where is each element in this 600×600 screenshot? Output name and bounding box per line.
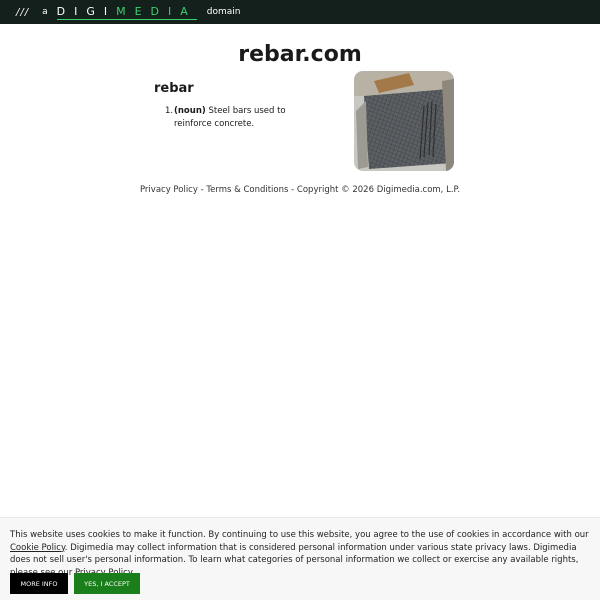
top-bar: /// a DIGI MEDIA domain bbox=[0, 0, 600, 24]
brand-green-text: MEDIA bbox=[116, 4, 197, 18]
copyright-text: Copyright © 2026 Digimedia.com, L.P. bbox=[296, 185, 461, 195]
definition-list: 1. (noun) Steel bars used to reinforce c… bbox=[165, 105, 304, 131]
more-info-button[interactable]: MORE INFO bbox=[10, 573, 68, 594]
slashes-logo: /// bbox=[16, 6, 30, 18]
rebar-photo bbox=[354, 71, 454, 171]
terms-link[interactable]: Terms & Conditions bbox=[206, 185, 288, 195]
footer: Privacy Policy - Terms & Conditions - Co… bbox=[0, 185, 600, 195]
term-heading: rebar bbox=[154, 81, 194, 96]
definition-number: 1. bbox=[165, 106, 174, 116]
part-of-speech: (noun) bbox=[174, 106, 206, 116]
digimedia-logo-link[interactable]: DIGI MEDIA bbox=[56, 4, 197, 20]
brand-white-text: DIGI bbox=[56, 4, 117, 18]
page-title: rebar.com bbox=[238, 42, 362, 67]
cookie-policy-link[interactable]: Cookie Policy bbox=[10, 543, 65, 553]
rebar-photo-icon bbox=[354, 71, 454, 171]
cookie-text-part: This website uses cookies to make it fun… bbox=[10, 530, 589, 540]
accept-cookies-button[interactable]: YES, I ACCEPT bbox=[74, 573, 140, 594]
cookie-message: This website uses cookies to make it fun… bbox=[10, 529, 594, 579]
footer-separator: - bbox=[288, 185, 297, 195]
cookie-banner: This website uses cookies to make it fun… bbox=[0, 517, 600, 600]
topbar-prefix: a bbox=[42, 7, 48, 17]
definition-item: 1. (noun) Steel bars used to reinforce c… bbox=[165, 105, 304, 131]
topbar-suffix: domain bbox=[206, 7, 241, 17]
privacy-policy-link[interactable]: Privacy Policy bbox=[140, 185, 198, 195]
